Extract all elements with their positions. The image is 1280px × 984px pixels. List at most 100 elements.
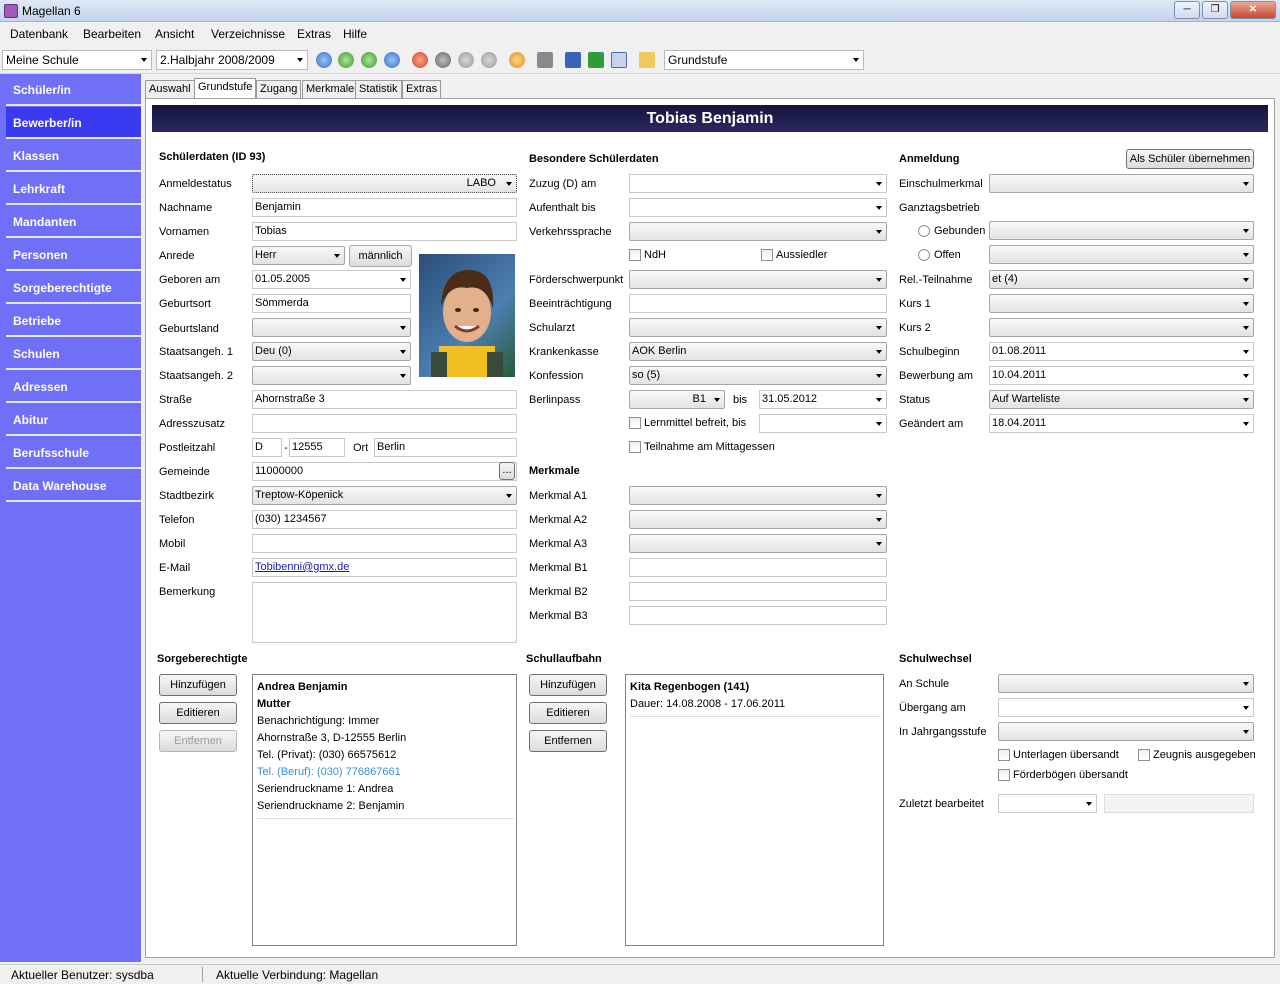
last-record-icon[interactable] bbox=[384, 52, 400, 68]
ndh-checkbox[interactable] bbox=[629, 249, 641, 261]
sorge-editieren-button[interactable]: Editieren bbox=[159, 702, 237, 724]
verkehrssprache-select[interactable] bbox=[629, 222, 887, 241]
gebunden-radio[interactable] bbox=[918, 225, 930, 237]
als-schueler-uebernehmen-button[interactable]: Als Schüler übernehmen bbox=[1126, 149, 1254, 169]
berlinpass-select[interactable]: B1 bbox=[629, 390, 725, 409]
einschulmerkmal-select[interactable] bbox=[989, 174, 1254, 193]
an-schule-select[interactable] bbox=[998, 674, 1254, 693]
geburtsland-select[interactable] bbox=[252, 318, 411, 337]
staatsangeh-2-select[interactable] bbox=[252, 366, 411, 385]
status-select[interactable]: Auf Warteliste bbox=[989, 390, 1254, 409]
menu-bearbeiten[interactable]: Bearbeiten bbox=[83, 27, 141, 41]
previous-record-icon[interactable] bbox=[338, 52, 354, 68]
word-export-icon[interactable] bbox=[565, 52, 581, 68]
aufenthalt-date-field[interactable] bbox=[629, 198, 887, 217]
sidebar-item-adressen[interactable]: Adressen bbox=[6, 371, 141, 403]
unterlagen-checkbox[interactable] bbox=[998, 749, 1010, 761]
sorge-item[interactable]: Andrea Benjamin Mutter Benachrichtigung:… bbox=[257, 679, 514, 819]
kurs-2-select[interactable] bbox=[989, 318, 1254, 337]
sidebar-item-abitur[interactable]: Abitur bbox=[6, 404, 141, 436]
offen-radio[interactable] bbox=[918, 249, 930, 261]
foerderschwerpunkt-select[interactable] bbox=[629, 270, 887, 289]
zuzug-date-field[interactable] bbox=[629, 174, 887, 193]
zuletzt-bearbeitet-select[interactable] bbox=[998, 794, 1097, 813]
laufbahn-entfernen-button[interactable]: Entfernen bbox=[529, 730, 607, 752]
zeugnis-checkbox[interactable] bbox=[1138, 749, 1150, 761]
tab-merkmale[interactable]: Merkmale bbox=[302, 80, 359, 99]
gemeinde-field[interactable]: 11000000 bbox=[252, 462, 517, 481]
minimize-button[interactable]: ─ bbox=[1174, 1, 1200, 19]
merkmal-a2-select[interactable] bbox=[629, 510, 887, 529]
offen-select[interactable] bbox=[989, 245, 1254, 264]
add-record-icon[interactable] bbox=[412, 52, 428, 68]
stadtbezirk-select[interactable]: Treptow-Köpenick bbox=[252, 486, 517, 505]
geboren-date-field[interactable]: 01.05.2005 bbox=[252, 270, 411, 289]
first-record-icon[interactable] bbox=[316, 52, 332, 68]
merkmal-b2-field[interactable] bbox=[629, 582, 887, 601]
merkmal-a1-select[interactable] bbox=[629, 486, 887, 505]
schularzt-select[interactable] bbox=[629, 318, 887, 337]
school-select[interactable]: Meine Schule bbox=[2, 50, 152, 70]
sidebar-item-sorgeberechtigte[interactable]: Sorgeberechtigte bbox=[6, 272, 141, 304]
excel-export-icon[interactable] bbox=[588, 52, 604, 68]
sidebar-item-schueler[interactable]: Schüler/in bbox=[6, 74, 141, 106]
geburtsort-field[interactable]: Sömmerda bbox=[252, 294, 411, 313]
uebergang-date-field[interactable] bbox=[998, 698, 1254, 717]
save-record-icon[interactable] bbox=[458, 52, 474, 68]
sidebar-item-lehrkraft[interactable]: Lehrkraft bbox=[6, 173, 141, 205]
plz-field[interactable]: 12555 bbox=[289, 438, 345, 457]
tab-grundstufe[interactable]: Grundstufe bbox=[194, 78, 257, 99]
print-icon[interactable] bbox=[537, 52, 553, 68]
vornamen-field[interactable]: Tobias bbox=[252, 222, 517, 241]
anmeldestatus-select[interactable]: LABO bbox=[252, 174, 517, 193]
menu-extras[interactable]: Extras bbox=[297, 27, 331, 41]
term-select[interactable]: 2.Halbjahr 2008/2009 bbox=[156, 50, 308, 70]
adresszusatz-field[interactable] bbox=[252, 414, 517, 433]
mittagessen-checkbox[interactable] bbox=[629, 441, 641, 453]
land-field[interactable]: D bbox=[252, 438, 282, 457]
ort-field[interactable]: Berlin bbox=[374, 438, 517, 457]
sidebar-item-mandanten[interactable]: Mandanten bbox=[6, 206, 141, 238]
konfession-select[interactable]: so (5) bbox=[629, 366, 887, 385]
geaendert-date-field[interactable]: 18.04.2011 bbox=[989, 414, 1254, 433]
geschlecht-button[interactable]: männlich bbox=[349, 245, 412, 267]
telefon-field[interactable]: (030) 1234567 bbox=[252, 510, 517, 529]
next-record-icon[interactable] bbox=[361, 52, 377, 68]
sidebar-item-berufsschule[interactable]: Berufsschule bbox=[6, 437, 141, 469]
tab-auswahl[interactable]: Auswahl bbox=[145, 80, 195, 99]
tab-statistik[interactable]: Statistik bbox=[355, 80, 402, 99]
jahrgangsstufe-select[interactable] bbox=[998, 722, 1254, 741]
staatsangeh-1-select[interactable]: Deu (0) bbox=[252, 342, 411, 361]
laufbahn-editieren-button[interactable]: Editieren bbox=[529, 702, 607, 724]
laufbahn-hinzufuegen-button[interactable]: Hinzufügen bbox=[529, 674, 607, 696]
tab-extras[interactable]: Extras bbox=[402, 80, 442, 99]
level-select[interactable]: Grundstufe bbox=[664, 50, 864, 70]
refresh-icon[interactable] bbox=[509, 52, 525, 68]
sidebar-item-data-warehouse[interactable]: Data Warehouse bbox=[6, 470, 141, 502]
strasse-field[interactable]: Ahornstraße 3 bbox=[252, 390, 517, 409]
mobil-field[interactable] bbox=[252, 534, 517, 553]
cancel-record-icon[interactable] bbox=[481, 52, 497, 68]
gemeinde-lookup-button[interactable]: ... bbox=[499, 462, 515, 480]
berlinpass-bis-date-field[interactable]: 31.05.2012 bbox=[759, 390, 887, 409]
email-field[interactable]: Tobibenni@gmx.de bbox=[252, 558, 517, 577]
sidebar-item-bewerber[interactable]: Bewerber/in bbox=[6, 107, 141, 139]
kurs-1-select[interactable] bbox=[989, 294, 1254, 313]
foerderboegen-checkbox[interactable] bbox=[998, 769, 1010, 781]
bewerbung-date-field[interactable]: 10.04.2011 bbox=[989, 366, 1254, 385]
merkmal-b1-field[interactable] bbox=[629, 558, 887, 577]
menu-datenbank[interactable]: Datenbank bbox=[10, 27, 68, 41]
aussiedler-checkbox[interactable] bbox=[761, 249, 773, 261]
nachname-field[interactable]: Benjamin bbox=[252, 198, 517, 217]
menu-hilfe[interactable]: Hilfe bbox=[343, 27, 367, 41]
sidebar-item-personen[interactable]: Personen bbox=[6, 239, 141, 271]
menu-verzeichnisse[interactable]: Verzeichnisse bbox=[211, 27, 285, 41]
delete-record-icon[interactable] bbox=[435, 52, 451, 68]
email-link[interactable]: Tobibenni@gmx.de bbox=[255, 561, 349, 573]
lernmittel-checkbox[interactable] bbox=[629, 417, 641, 429]
sorge-hinzufuegen-button[interactable]: Hinzufügen bbox=[159, 674, 237, 696]
sorge-entfernen-button[interactable]: Entfernen bbox=[159, 730, 237, 752]
merkmal-a3-select[interactable] bbox=[629, 534, 887, 553]
beeintraechtigung-field[interactable] bbox=[629, 294, 887, 313]
krankenkasse-select[interactable]: AOK Berlin bbox=[629, 342, 887, 361]
